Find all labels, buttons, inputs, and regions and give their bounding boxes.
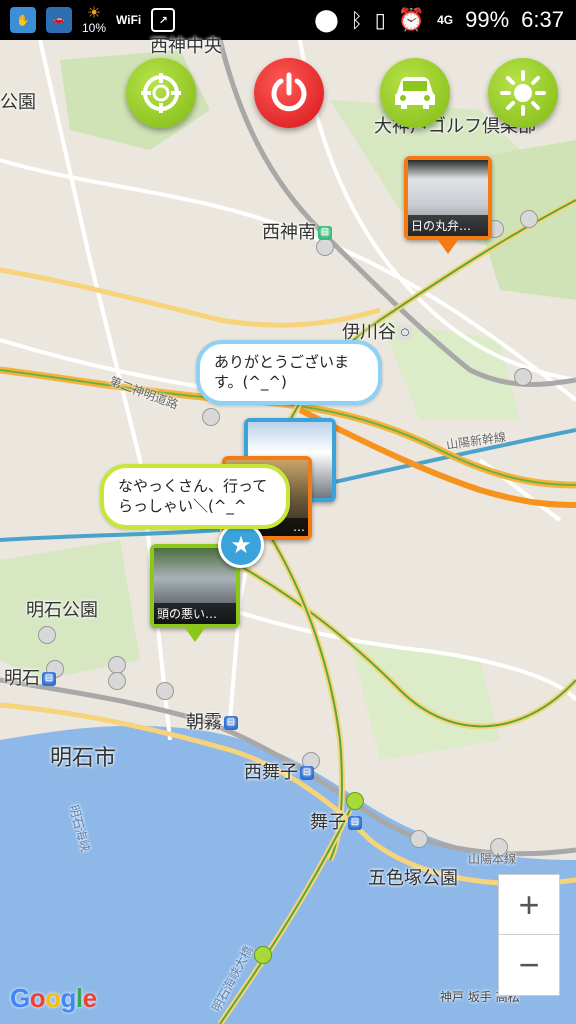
location-icon: ⬤ bbox=[314, 7, 339, 33]
clock: 6:37 bbox=[521, 7, 564, 32]
map-pin[interactable] bbox=[38, 626, 56, 644]
marker-tail bbox=[185, 628, 205, 642]
weather-percent: 10% bbox=[82, 21, 107, 35]
station-icon: ○ bbox=[398, 326, 412, 340]
map-label-akashi-park: 明石公園 bbox=[26, 600, 98, 621]
map-pin[interactable] bbox=[254, 946, 272, 964]
station-icon: ⊟ bbox=[348, 816, 362, 830]
map-label-nishikami-chuo: 西神中央 bbox=[150, 36, 222, 57]
zoom-out-button[interactable]: − bbox=[498, 934, 560, 996]
car-app-icon: 🚗 bbox=[46, 7, 72, 33]
target-button[interactable] bbox=[126, 58, 196, 128]
chat-bubble-thanks[interactable]: ありがとうございます。(^_^) bbox=[196, 340, 382, 405]
bluetooth-icon: ᛒ bbox=[350, 8, 363, 32]
power-button[interactable] bbox=[254, 58, 324, 128]
map-pin[interactable] bbox=[514, 368, 532, 386]
station-icon: ⊟ bbox=[224, 716, 238, 730]
map-label-goshikizuka-park: 五色塚公園 bbox=[368, 868, 458, 889]
map-label-maiko: 舞子 ⊟ bbox=[310, 808, 362, 834]
map-label-asagiri: 朝霧 ⊟ bbox=[186, 708, 238, 734]
car-icon bbox=[395, 77, 435, 109]
car-button[interactable] bbox=[380, 58, 450, 128]
map-label-park: 公園 bbox=[0, 92, 36, 113]
map-label-akashi: 明石 ⊟ bbox=[4, 664, 56, 690]
battery-level: 99% bbox=[465, 7, 510, 32]
station-icon: ⊟ bbox=[42, 672, 56, 686]
marker-tail bbox=[438, 240, 458, 254]
map-view[interactable]: 西神中央 大神戸ゴルフ倶楽部 公園 西神南 ⊟ 伊川谷 ○ 第二神明道路 山陽新幹線… bbox=[0, 36, 576, 1024]
brightness-button[interactable] bbox=[488, 58, 558, 128]
photo-marker-car[interactable]: 日の丸弁… bbox=[404, 156, 492, 254]
chat-bubble-farewell[interactable]: なやっくさん、行ってらっしゃい＼(^_^ bbox=[100, 464, 290, 529]
map-pin[interactable] bbox=[410, 830, 428, 848]
zoom-in-button[interactable]: + bbox=[498, 874, 560, 936]
share-icon: ↗ bbox=[151, 8, 176, 32]
marker-caption: 日の丸弁… bbox=[408, 215, 488, 236]
marker-photo: 日の丸弁… bbox=[408, 160, 488, 236]
power-icon bbox=[271, 72, 307, 112]
network-type: 4G bbox=[437, 13, 454, 27]
map-pin[interactable] bbox=[202, 408, 220, 426]
map-pin[interactable] bbox=[156, 682, 174, 700]
google-logo: Google bbox=[10, 983, 97, 1013]
map-pin[interactable] bbox=[108, 672, 126, 690]
marker-caption: 頭の悪い… bbox=[154, 603, 236, 624]
current-location-star-icon[interactable]: ★ bbox=[218, 522, 264, 568]
weather-indicator: ☀ 10% bbox=[82, 3, 107, 36]
sun-icon bbox=[500, 70, 546, 116]
alarm-icon: ⏰ bbox=[397, 7, 426, 33]
station-icon: ⊟ bbox=[300, 766, 314, 780]
hand-app-icon: ✋ bbox=[10, 7, 36, 33]
map-label-sanyo-honsen: 山陽本線 bbox=[468, 852, 517, 866]
station-icon: ⊟ bbox=[318, 226, 332, 240]
map-label-akashi-city: 明石市 bbox=[50, 746, 117, 771]
map-label-nishimaiko: 西舞子 ⊟ bbox=[244, 758, 314, 784]
map-pin[interactable] bbox=[520, 210, 538, 228]
map-label-nishikami-minami: 西神南 ⊟ bbox=[262, 218, 332, 244]
wifi-icon: WiFi bbox=[116, 13, 142, 27]
rotate-icon: ▯ bbox=[374, 8, 386, 32]
crosshair-icon bbox=[141, 73, 181, 113]
weather-icon: ☀ bbox=[86, 3, 102, 22]
status-bar: ✋ 🚗 ☀ 10% WiFi ↗ ⬤ ᛒ ▯ ⏰ 4G 99% 6:37 bbox=[0, 0, 576, 40]
